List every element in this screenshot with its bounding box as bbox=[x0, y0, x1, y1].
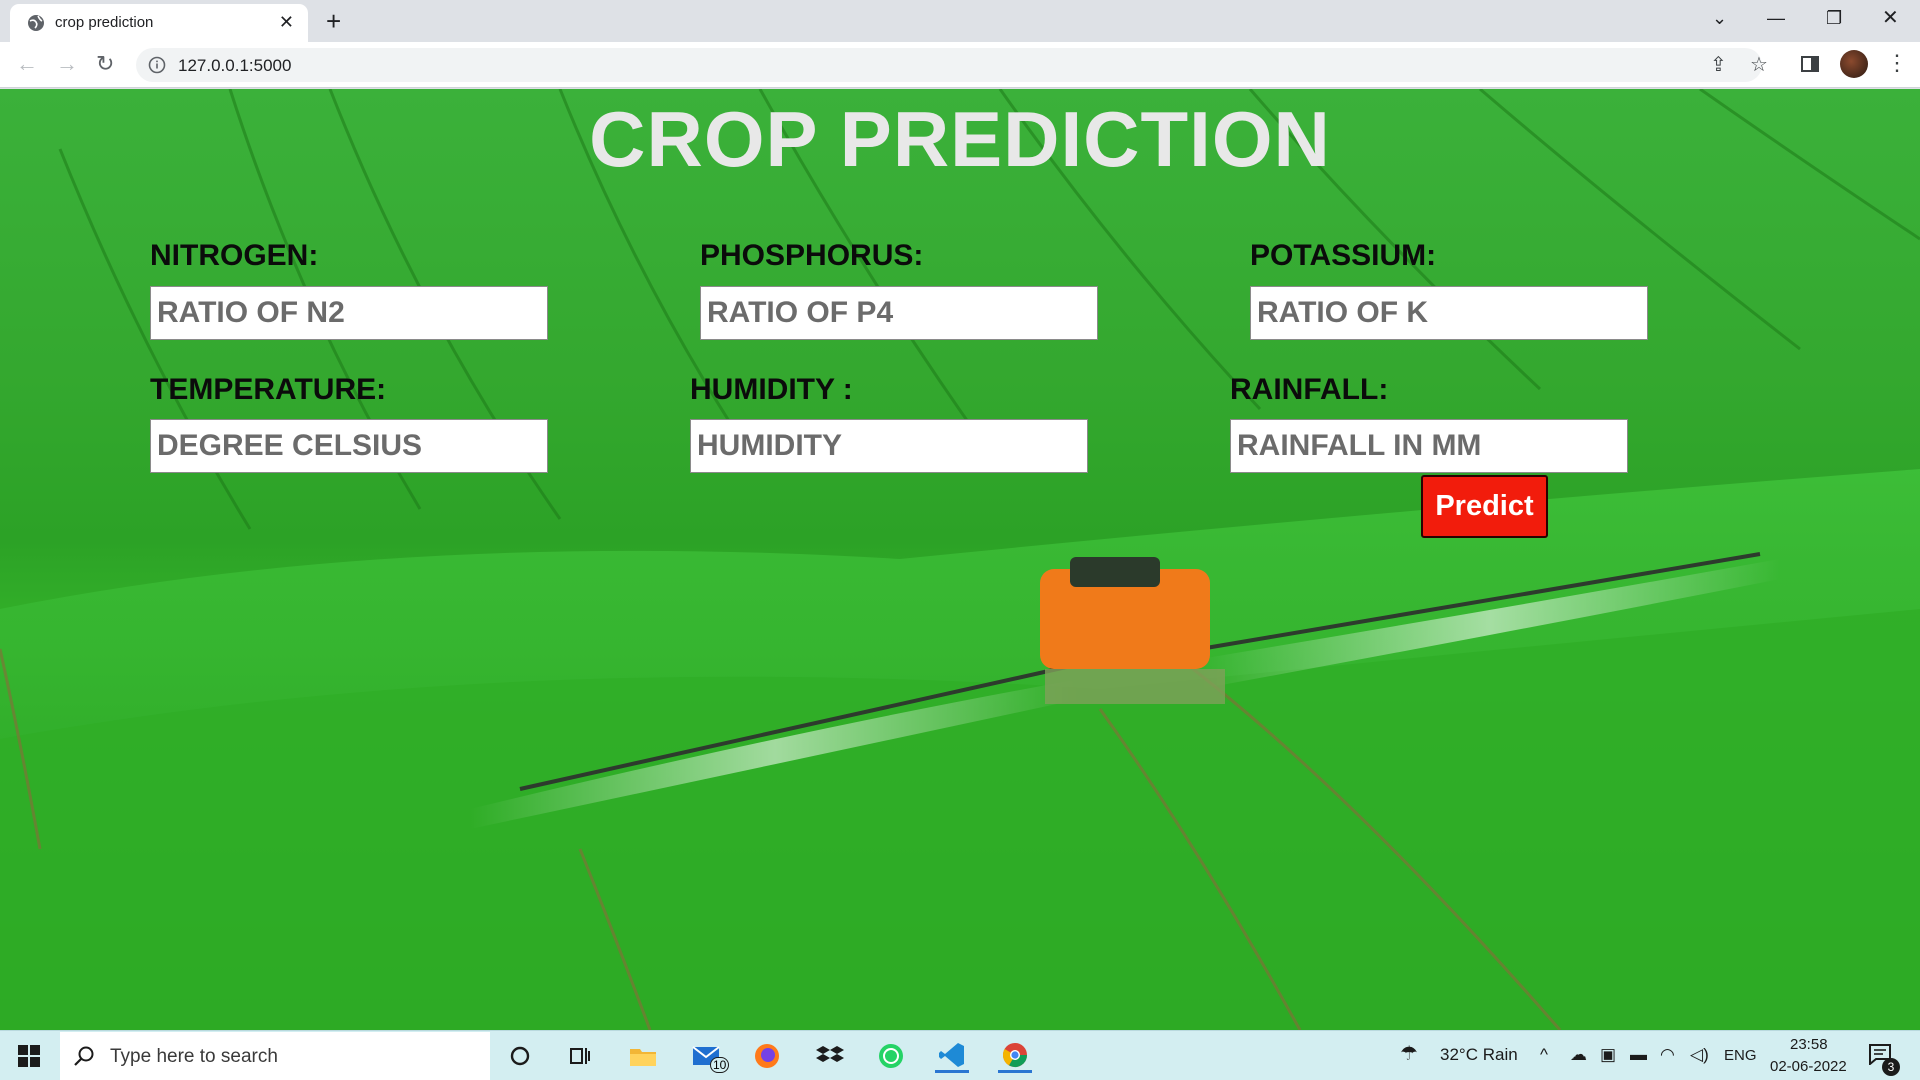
profile-avatar[interactable] bbox=[1840, 50, 1868, 78]
tab-title: crop prediction bbox=[55, 14, 154, 31]
window-close-icon[interactable]: ✕ bbox=[1882, 6, 1899, 30]
globe-icon bbox=[28, 15, 44, 31]
clock-date[interactable]: 02-06-2022 bbox=[1770, 1058, 1847, 1075]
back-arrow-icon[interactable]: ← bbox=[16, 51, 38, 77]
forward-arrow-icon[interactable]: → bbox=[56, 51, 78, 77]
whatsapp-icon[interactable] bbox=[874, 1039, 908, 1073]
tab-close-icon[interactable]: ✕ bbox=[279, 12, 294, 32]
notification-count-badge: 3 bbox=[1882, 1058, 1900, 1076]
vscode-icon[interactable] bbox=[935, 1039, 969, 1073]
volume-icon[interactable]: ◁) bbox=[1690, 1045, 1709, 1065]
share-icon[interactable]: ⇪ bbox=[1710, 54, 1727, 76]
url-text: 127.0.0.1:5000 bbox=[178, 56, 292, 75]
bookmark-star-icon[interactable]: ☆ bbox=[1750, 54, 1768, 76]
onedrive-cloud-icon[interactable]: ☁ bbox=[1570, 1045, 1587, 1065]
new-tab-icon[interactable]: + bbox=[326, 6, 341, 36]
restore-icon[interactable]: ❐ bbox=[1826, 6, 1842, 30]
phosphorus-label: PHOSPHORUS: bbox=[700, 239, 924, 272]
temperature-input[interactable] bbox=[150, 419, 548, 473]
predict-button[interactable]: Predict bbox=[1421, 475, 1548, 538]
potassium-input[interactable] bbox=[1250, 286, 1648, 340]
show-hidden-icons-chevron-icon[interactable]: ^ bbox=[1540, 1045, 1548, 1065]
page-viewport: CROP PREDICTION NITROGEN: PHOSPHORUS: PO… bbox=[0, 89, 1920, 1030]
search-icon bbox=[74, 1046, 94, 1066]
humidity-input[interactable] bbox=[690, 419, 1088, 473]
firefox-icon[interactable] bbox=[750, 1039, 784, 1073]
humidity-label: HUMIDITY : bbox=[690, 373, 853, 406]
minimize-icon[interactable]: — bbox=[1767, 6, 1785, 30]
mail-icon[interactable]: 10 bbox=[690, 1039, 730, 1073]
side-panel-icon[interactable] bbox=[1800, 54, 1820, 74]
browser-toolbar: ← → ↻ 127.0.0.1:5000 ⇪ ☆ ⋮ bbox=[0, 42, 1920, 88]
dropbox-icon[interactable] bbox=[813, 1039, 847, 1073]
chrome-icon[interactable] bbox=[998, 1039, 1032, 1073]
nitrogen-input[interactable] bbox=[150, 286, 548, 340]
address-bar[interactable]: 127.0.0.1:5000 ⇪ ☆ bbox=[136, 48, 1768, 82]
wifi-icon[interactable]: ◠ bbox=[1660, 1045, 1675, 1065]
rainfall-label: RAINFALL: bbox=[1230, 373, 1389, 406]
file-explorer-icon[interactable] bbox=[626, 1039, 660, 1073]
clock-time[interactable]: 23:58 bbox=[1790, 1036, 1828, 1053]
temperature-label: TEMPERATURE: bbox=[150, 373, 387, 406]
potassium-label: POTASSIUM: bbox=[1250, 239, 1437, 272]
windows-start-icon[interactable] bbox=[18, 1045, 40, 1067]
task-view-icon[interactable] bbox=[563, 1039, 597, 1073]
phosphorus-input[interactable] bbox=[700, 286, 1098, 340]
language-indicator[interactable]: ENG bbox=[1724, 1047, 1757, 1064]
device-icon[interactable]: ▣ bbox=[1600, 1045, 1616, 1065]
reload-icon[interactable]: ↻ bbox=[96, 51, 114, 77]
windows-taskbar: Type here to search 10 ☂ 32°C Rain ^ ☁ ▣… bbox=[0, 1030, 1920, 1080]
weather-rain-icon[interactable]: ☂ bbox=[1400, 1041, 1418, 1066]
rainfall-input[interactable] bbox=[1230, 419, 1628, 473]
taskbar-search-placeholder: Type here to search bbox=[110, 1046, 278, 1067]
green-field-background-image bbox=[0, 89, 1920, 1030]
browser-menu-icon[interactable]: ⋮ bbox=[1886, 50, 1908, 76]
page-title: CROP PREDICTION bbox=[589, 95, 1331, 183]
nitrogen-label: NITROGEN: bbox=[150, 239, 319, 272]
browser-tab-bar: crop prediction ✕ + ⌄ — ❐ ✕ bbox=[0, 0, 1920, 42]
battery-icon[interactable]: ▬ bbox=[1630, 1045, 1647, 1065]
browser-tab[interactable]: crop prediction ✕ bbox=[10, 4, 308, 42]
weather-text[interactable]: 32°C Rain bbox=[1440, 1045, 1518, 1065]
mail-badge: 10 bbox=[710, 1057, 730, 1073]
taskbar-search-box[interactable]: Type here to search bbox=[60, 1032, 490, 1080]
info-icon[interactable] bbox=[148, 56, 166, 74]
cortana-icon[interactable] bbox=[503, 1039, 537, 1073]
tab-search-dropdown-icon[interactable]: ⌄ bbox=[1712, 6, 1727, 30]
